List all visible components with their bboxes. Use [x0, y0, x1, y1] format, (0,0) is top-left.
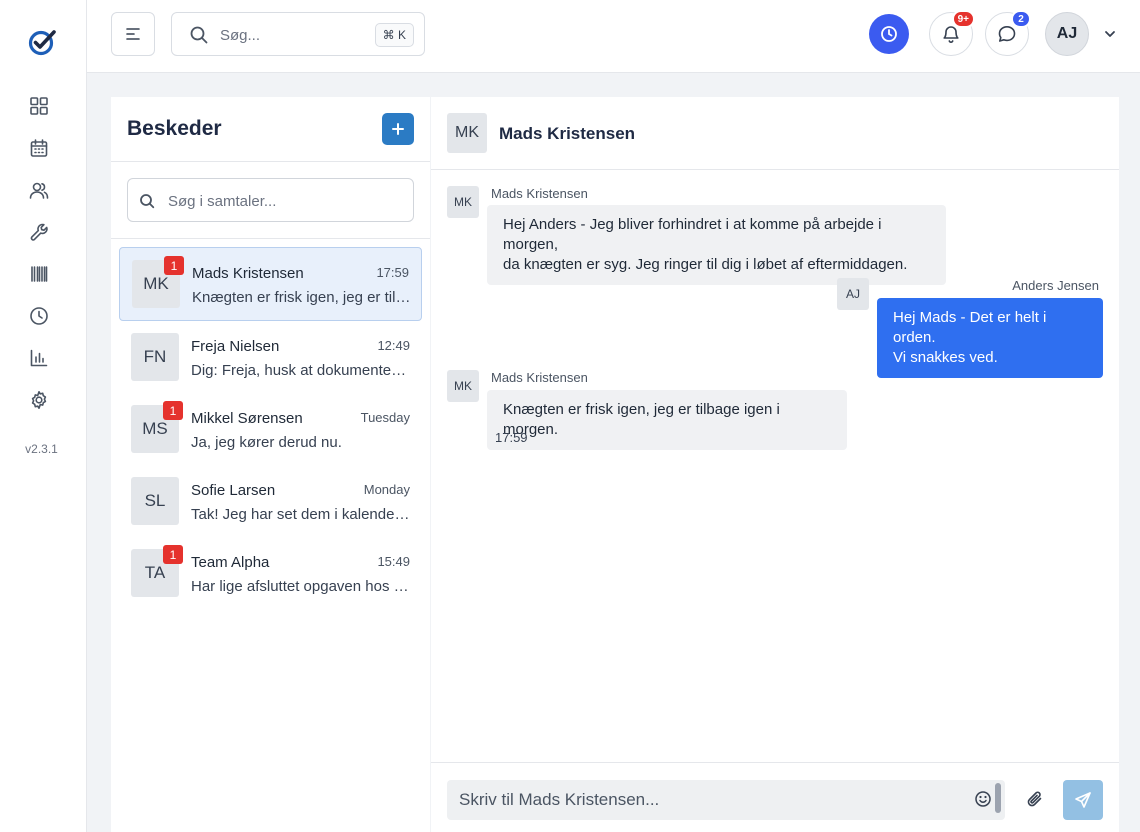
- scrollbar-thumb[interactable]: [995, 783, 1001, 813]
- conversation-name: Mikkel Sørensen: [191, 410, 303, 427]
- message-input[interactable]: [459, 789, 959, 811]
- messages-button[interactable]: 2: [985, 10, 1031, 56]
- conversation-time: 15:49: [377, 554, 410, 569]
- search-input[interactable]: [220, 23, 370, 47]
- messages-badge: 2: [1011, 10, 1031, 28]
- paperclip-icon[interactable]: [1025, 789, 1045, 809]
- emoji-icon[interactable]: [974, 790, 992, 808]
- conversation-avatar: SL: [131, 477, 179, 525]
- message-avatar: MK: [447, 370, 479, 402]
- conversation-preview: Har lige afsluttet opgaven hos Ejendomme…: [191, 578, 411, 595]
- search-shortcut: ⌘ K: [374, 23, 414, 47]
- conversation-header: Beskeder: [111, 97, 430, 162]
- message-text: Knægten er frisk igen, jeg er tilbage ig…: [503, 401, 780, 438]
- conversation-item[interactable]: MK 1 Mads Kristensen 17:59 Knægten er fr…: [119, 247, 422, 321]
- global-search[interactable]: ⌘ K: [171, 12, 425, 56]
- message-text: da knægten er syg. Jeg ringer til dig i …: [503, 256, 908, 273]
- gear-icon[interactable]: [27, 388, 51, 412]
- menu-lines-icon: [126, 28, 140, 40]
- contact-avatar: MK: [447, 113, 487, 153]
- conversation-list: MK 1 Mads Kristensen 17:59 Knægten er fr…: [111, 239, 430, 609]
- send-icon: [1075, 792, 1091, 808]
- chat-bubble-icon: [998, 26, 1016, 42]
- chat-header: MK Mads Kristensen: [431, 97, 1119, 170]
- conversation-panel: Beskeder MK 1 Mads Kristensen 17:59 Knæg…: [111, 97, 430, 832]
- chevron-down-icon[interactable]: [1102, 26, 1118, 42]
- chat-panel: MK Mads Kristensen MK Mads Kristensen He…: [431, 97, 1119, 832]
- user-avatar[interactable]: AJ: [1045, 12, 1089, 56]
- search-icon: [190, 26, 208, 44]
- menu-toggle-button[interactable]: [111, 12, 155, 56]
- conversation-item[interactable]: SL Sofie Larsen Monday Tak! Jeg har set …: [119, 465, 422, 537]
- conversation-preview: Knægten er frisk igen, jeg er tilbage ig…: [192, 289, 412, 306]
- conversation-time: 17:59: [376, 265, 409, 280]
- clock-icon[interactable]: [27, 304, 51, 328]
- logo-check-icon[interactable]: [26, 26, 58, 58]
- conversation-search[interactable]: [127, 178, 414, 222]
- conversation-preview: Dig: Freja, husk at dokumentere arbejdet…: [191, 362, 411, 379]
- notifications-button[interactable]: 9+: [929, 10, 975, 56]
- users-icon[interactable]: [27, 178, 51, 202]
- conversation-name: Mads Kristensen: [192, 265, 304, 282]
- barcode-icon[interactable]: [27, 262, 51, 286]
- unread-badge: 1: [163, 401, 183, 420]
- message-bubble: Hej Mads - Det er helt i orden. Vi snakk…: [877, 298, 1103, 378]
- page-title: Beskeder: [127, 117, 222, 140]
- conversation-preview: Tak! Jeg har set dem i kalenderen.: [191, 506, 411, 523]
- conversation-item[interactable]: FN Freja Nielsen 12:49 Dig: Freja, husk …: [119, 321, 422, 393]
- unread-badge: 1: [164, 256, 184, 275]
- send-button[interactable]: [1063, 780, 1103, 820]
- message-sender: Mads Kristensen: [491, 370, 588, 385]
- composer: [431, 762, 1119, 832]
- conversation-time: Monday: [363, 482, 410, 497]
- plus-icon: [392, 123, 404, 135]
- search-icon: [140, 194, 155, 209]
- message-time: 17:59: [495, 430, 528, 445]
- conversation-name: Freja Nielsen: [191, 338, 280, 355]
- conversation-time: 12:49: [377, 338, 410, 353]
- message-sender: Mads Kristensen: [491, 186, 588, 201]
- message-bubble: Knægten er frisk igen, jeg er tilbage ig…: [487, 390, 847, 450]
- message-bubble: Hej Anders - Jeg bliver forhindret i at …: [487, 205, 946, 285]
- contact-name: Mads Kristensen: [499, 124, 636, 143]
- bar-chart-icon[interactable]: [27, 346, 51, 370]
- message-avatar: AJ: [837, 278, 869, 310]
- conversation-item[interactable]: TA 1 Team Alpha 15:49 Har lige afsluttet…: [119, 537, 422, 609]
- conversation-name: Team Alpha: [191, 554, 270, 571]
- calendar-icon[interactable]: [27, 136, 51, 160]
- message-avatar: MK: [447, 186, 479, 218]
- message-sender: Anders Jensen: [1012, 278, 1099, 293]
- topbar: ⌘ K 9+ 2 AJ: [87, 0, 1140, 73]
- message-text: Hej Anders - Jeg bliver forhindret i at …: [503, 216, 882, 253]
- message-text: Vi snakkes ved.: [893, 349, 998, 366]
- conversation-search-wrap: [111, 162, 430, 239]
- message-text: Hej Mads - Det er helt i orden.: [893, 309, 1047, 346]
- new-conversation-button[interactable]: [382, 113, 414, 145]
- time-tracking-button[interactable]: [869, 14, 909, 54]
- wrench-icon[interactable]: [27, 220, 51, 244]
- message-input-box[interactable]: [447, 780, 1005, 820]
- version-label: v2.3.1: [25, 442, 58, 456]
- message-list: MK Mads Kristensen Hej Anders - Jeg bliv…: [431, 170, 1119, 762]
- conversation-preview: Ja, jeg kører derud nu.: [191, 434, 342, 451]
- conversation-search-input[interactable]: [168, 190, 398, 212]
- conversation-item[interactable]: MS 1 Mikkel Sørensen Tuesday Ja, jeg kør…: [119, 393, 422, 465]
- conversation-name: Sofie Larsen: [191, 482, 276, 499]
- notifications-badge: 9+: [951, 10, 975, 28]
- unread-badge: 1: [163, 545, 183, 564]
- conversation-time: Tuesday: [360, 410, 410, 425]
- conversation-avatar: FN: [131, 333, 179, 381]
- dashboard-icon[interactable]: [27, 94, 51, 118]
- sidebar: v2.3.1: [0, 0, 87, 832]
- clock-icon: [881, 26, 897, 42]
